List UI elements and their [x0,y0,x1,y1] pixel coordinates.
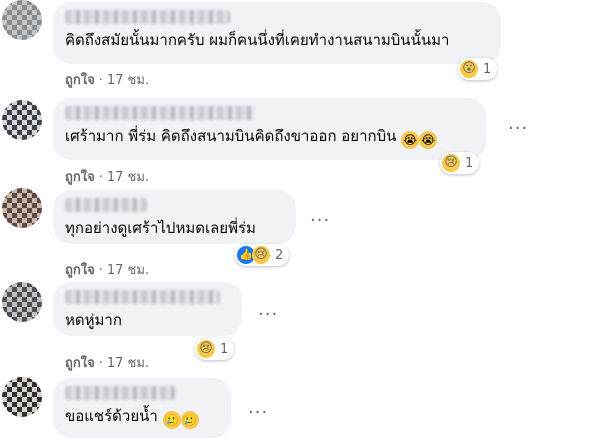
more-options-icon[interactable]: ··· [248,404,268,422]
separator-dot: · [98,263,103,278]
comment-text-body: เศร้ามาก พี่ร่ม คิดถึงสนามบินคิดถึงขาออก… [65,127,397,145]
reaction-count: 1 [220,341,229,357]
comment-meta: ถูกใจ · 17 ชม. [65,352,149,373]
avatar[interactable] [2,377,42,417]
avatar[interactable] [2,282,42,322]
author-name[interactable] [65,386,175,400]
comment-text: เศร้ามาก พี่ร่ม คิดถึงสนามบินคิดถึงขาออก… [65,126,474,149]
crying-face-icon: 😭 [401,131,420,149]
reaction-count: 1 [465,155,474,171]
avatar[interactable] [2,188,42,228]
timestamp[interactable]: 17 ชม. [107,263,149,278]
reaction-summary[interactable]: 👍 😢 2 [235,244,290,266]
separator-dot: · [98,170,103,185]
comment-meta: ถูกใจ · 17 ชม. [65,69,149,90]
comment-text-body: ขอแชร์ด้วยน้ำ [65,407,158,425]
reaction-count: 2 [275,247,284,263]
sad-tear-face-icon: 🥲 [180,411,199,429]
like-link[interactable]: ถูกใจ [65,170,95,185]
reaction-count: 1 [483,61,492,77]
like-link[interactable]: ถูกใจ [65,356,95,371]
more-options-icon[interactable]: ··· [310,212,330,230]
comment-text: หดหู่มาก [65,311,122,329]
timestamp[interactable]: 17 ชม. [107,170,149,185]
comment-bubble: ทุกอย่างดูเศร้าไปหมดเลยพี่ร่ม [53,190,296,244]
avatar[interactable] [2,100,42,140]
more-options-icon[interactable]: ··· [258,306,278,324]
author-name[interactable] [65,290,220,304]
sad-reaction-icon: 😢 [442,154,460,172]
author-name[interactable] [65,198,147,212]
comment-text: ขอแชร์ด้วยน้ำ 🥲 🥲 [65,406,219,429]
separator-dot: · [98,73,103,88]
avatar[interactable] [2,0,42,40]
comment-bubble: หดหู่มาก [53,282,242,336]
comment-meta: ถูกใจ · 17 ชม. [65,259,149,280]
comment-text: ทุกอย่างดูเศร้าไปหมดเลยพี่ร่ม [65,219,256,237]
more-options-icon[interactable]: ··· [508,120,528,138]
reaction-summary[interactable]: 😢 1 [195,338,235,360]
crying-face-icon: 😭 [419,131,438,149]
separator-dot: · [98,356,103,371]
wow-reaction-icon: 😮 [460,60,478,78]
sad-reaction-icon: 😢 [197,340,215,358]
comment-bubble: คิดถึงสมัยนั้นมากครับ ผมก็คนนึ่งที่เคยทำ… [53,2,501,64]
sad-reaction-icon: 😢 [252,246,270,264]
comment-meta: ถูกใจ · 17 ชม. [65,166,149,187]
comment-bubble: ขอแชร์ด้วยน้ำ 🥲 🥲 [53,378,231,438]
author-name[interactable] [65,10,230,24]
timestamp[interactable]: 17 ชม. [107,356,149,371]
reaction-summary[interactable]: 😢 1 [440,152,480,174]
comment-text: คิดถึงสมัยนั้นมากครับ ผมก็คนนึ่งที่เคยทำ… [65,31,450,49]
reaction-summary[interactable]: 😮 1 [458,58,498,80]
like-link[interactable]: ถูกใจ [65,73,95,88]
like-link[interactable]: ถูกใจ [65,263,95,278]
sad-tear-face-icon: 🥲 [162,411,181,429]
timestamp[interactable]: 17 ชม. [107,73,149,88]
author-name[interactable] [65,106,255,120]
comment-bubble: เศร้ามาก พี่ร่ม คิดถึงสนามบินคิดถึงขาออก… [53,98,486,160]
